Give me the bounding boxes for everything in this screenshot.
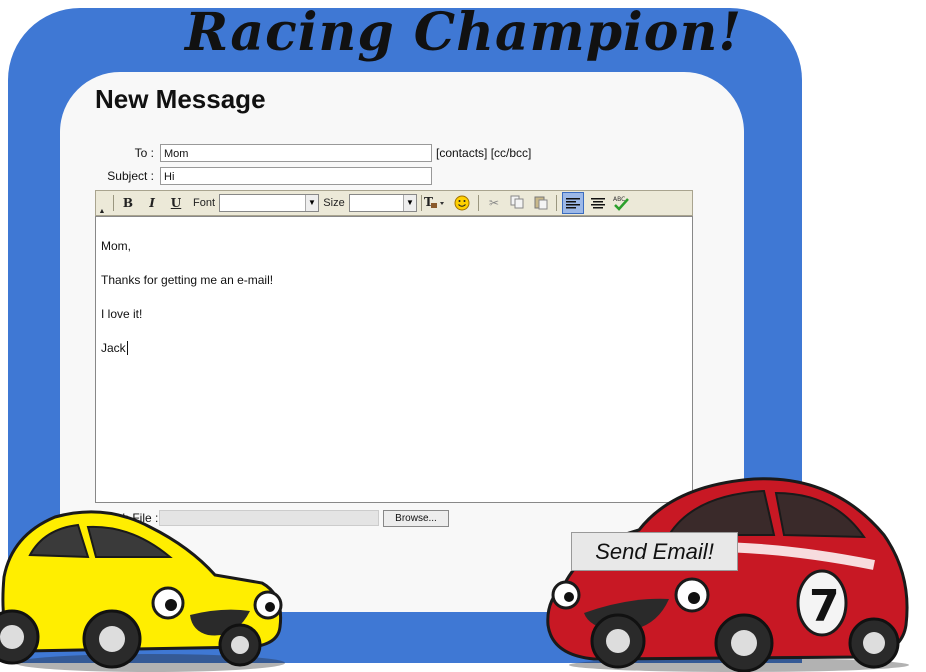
- to-label: To :: [134, 146, 154, 160]
- toolbar-separator: [556, 195, 557, 211]
- yellow-car-illustration: [0, 510, 285, 672]
- subject-label: Subject :: [107, 169, 154, 183]
- red-car-illustration: 7: [546, 477, 909, 672]
- bold-button[interactable]: B: [119, 194, 137, 212]
- spellcheck-icon[interactable]: ABC: [612, 194, 632, 212]
- font-select[interactable]: ▼: [219, 194, 319, 212]
- body-line: I love it!: [101, 307, 143, 321]
- contacts-link[interactable]: [contacts]: [436, 146, 487, 160]
- size-select[interactable]: ▼: [349, 194, 417, 212]
- message-body-editor[interactable]: Mom, Thanks for getting me an e-mail! I …: [95, 216, 693, 503]
- copy-icon[interactable]: [508, 194, 526, 212]
- recipient-links: [contacts] [cc/bcc]: [436, 146, 531, 160]
- body-line: Mom,: [101, 239, 131, 253]
- spellcheck-label: ABC: [613, 196, 625, 203]
- paste-icon[interactable]: [532, 194, 550, 212]
- page-title: New Message: [95, 84, 266, 114]
- browse-button[interactable]: Browse...: [383, 510, 449, 527]
- chevron-down-icon: ▼: [305, 195, 318, 211]
- underline-button[interactable]: U: [167, 194, 185, 212]
- toolbar-separator: [478, 195, 479, 211]
- cc-bcc-link[interactable]: [cc/bcc]: [491, 146, 532, 160]
- text-color-icon[interactable]: T: [423, 194, 447, 212]
- subject-field[interactable]: Hi: [160, 167, 432, 185]
- body-line: Jack: [101, 341, 126, 355]
- cut-icon[interactable]: ✂: [485, 194, 503, 212]
- emoticon-icon[interactable]: [452, 194, 472, 212]
- font-label: Font: [192, 197, 215, 209]
- to-field[interactable]: Mom: [160, 144, 432, 162]
- size-label: Size: [323, 197, 345, 209]
- italic-button[interactable]: I: [143, 194, 161, 212]
- body-line: Thanks for getting me an e-mail!: [101, 273, 274, 287]
- send-email-button[interactable]: Send Email!: [571, 532, 738, 571]
- app-title: Racing Champion!: [185, 2, 743, 63]
- chevron-down-icon: ▼: [403, 195, 416, 211]
- formatting-toolbar: ▲ B I U Font ▼ Size ▼ T ✂ ABC: [95, 190, 693, 216]
- align-center-icon[interactable]: [588, 194, 608, 212]
- toolbar-separator: [421, 195, 422, 211]
- text-cursor: [127, 341, 128, 355]
- car-number-badge: 7: [809, 581, 840, 632]
- toolbar-separator: [113, 195, 114, 211]
- align-left-icon[interactable]: [562, 192, 584, 214]
